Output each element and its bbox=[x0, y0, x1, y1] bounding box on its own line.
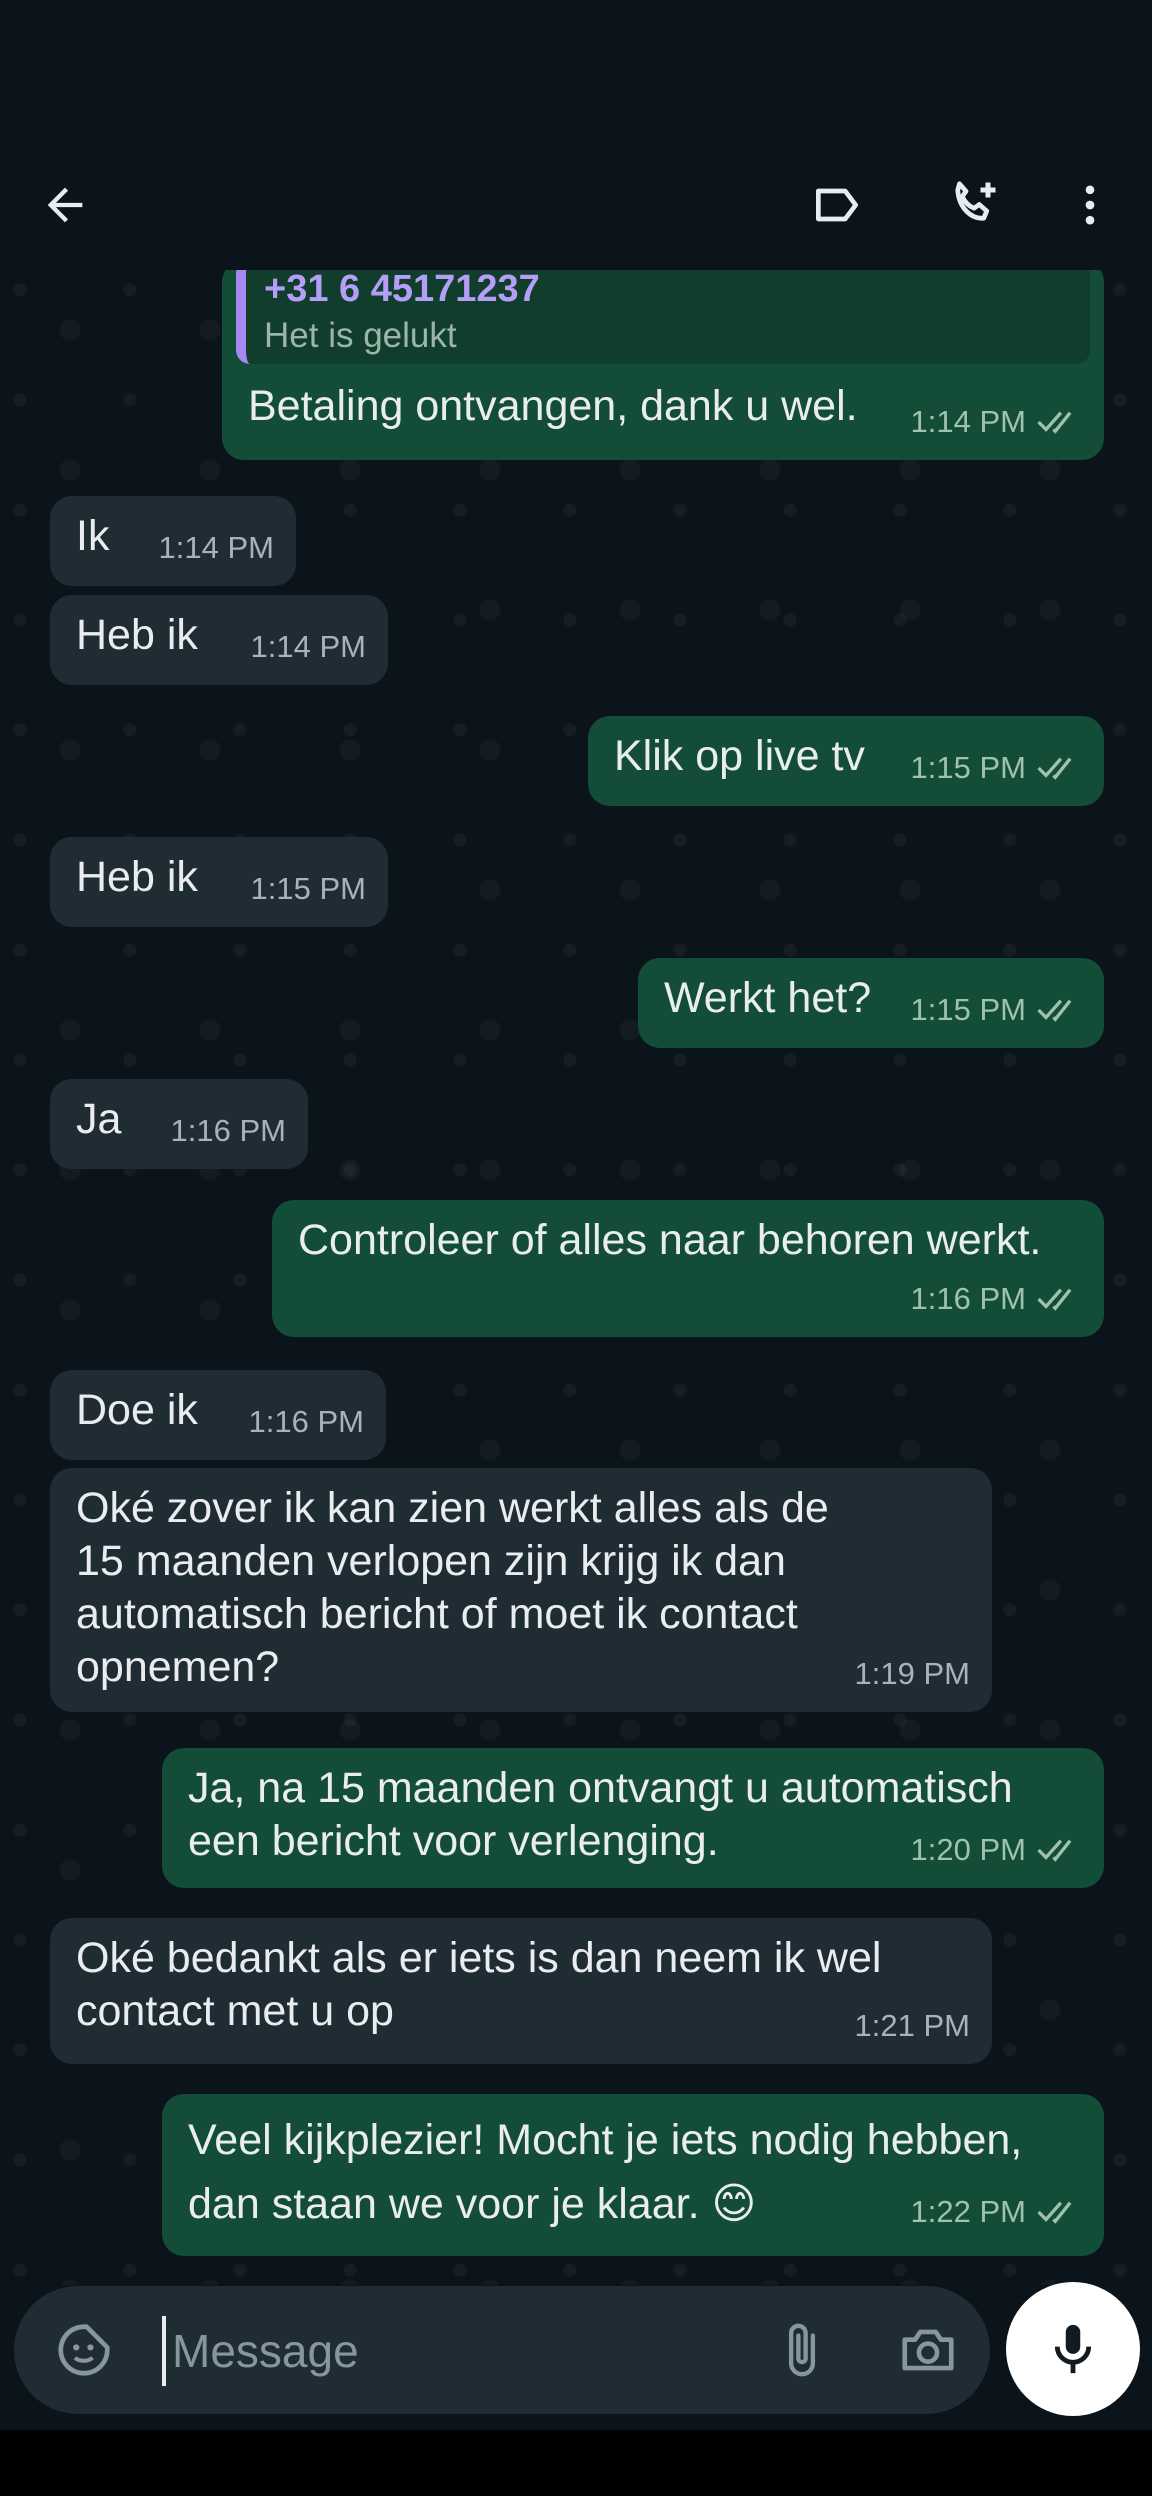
attach-icon bbox=[788, 2323, 816, 2377]
message-text: Controleer of alles naar behoren werkt. bbox=[298, 1216, 1042, 1264]
chat-area[interactable]: +31 6 45171237 Het is gelukt Betaling on… bbox=[0, 270, 1152, 2285]
sticker-button[interactable] bbox=[34, 2286, 134, 2414]
quoted-message[interactable]: +31 6 45171237 Het is gelukt bbox=[236, 270, 1090, 364]
message-incoming[interactable]: Ik 1:14 PM bbox=[50, 496, 296, 586]
message-incoming[interactable]: Heb ik 1:15 PM bbox=[50, 837, 388, 927]
label-button[interactable] bbox=[782, 140, 892, 270]
add-call-button[interactable] bbox=[918, 140, 1028, 270]
system-nav-bar bbox=[0, 2430, 1152, 2496]
message-time: 1:16 PM bbox=[170, 1113, 286, 1148]
message-time: 1:15 PM bbox=[910, 992, 1026, 1027]
message-time: 1:19 PM bbox=[854, 1656, 970, 1691]
mic-icon bbox=[1054, 2324, 1092, 2374]
message-time: 1:14 PM bbox=[250, 629, 366, 664]
message-text: Oké zover ik kan zien werkt alles als de… bbox=[76, 1484, 829, 1691]
message-time: 1:15 PM bbox=[250, 871, 366, 906]
more-options-button[interactable] bbox=[1040, 140, 1140, 270]
voice-message-button[interactable] bbox=[1006, 2282, 1140, 2416]
read-ticks-icon bbox=[1037, 2201, 1072, 2224]
message-outgoing[interactable]: Werkt het? 1:15 PM bbox=[638, 958, 1104, 1048]
read-ticks-icon bbox=[1037, 999, 1072, 1022]
camera-icon bbox=[902, 2329, 954, 2371]
label-icon bbox=[816, 188, 858, 222]
message-time: 1:21 PM bbox=[854, 2008, 970, 2043]
message-outgoing[interactable]: Veel kijkplezier! Mocht je iets nodig he… bbox=[162, 2094, 1104, 2256]
message-outgoing[interactable]: Controleer of alles naar behoren werkt. … bbox=[272, 1200, 1104, 1337]
message-outgoing[interactable]: Ja, na 15 maanden ontvangt u automatisch… bbox=[162, 1748, 1104, 1888]
message-incoming[interactable]: Heb ik 1:14 PM bbox=[50, 595, 388, 685]
message-input[interactable] bbox=[162, 2316, 734, 2386]
message-text: Oké bedankt als er iets is dan neem ik w… bbox=[76, 1934, 882, 2035]
status-bar bbox=[0, 0, 1152, 140]
read-ticks-icon bbox=[1037, 411, 1072, 434]
read-ticks-icon bbox=[1037, 1839, 1072, 1862]
attach-button[interactable] bbox=[752, 2286, 852, 2414]
message-time: 1:14 PM bbox=[910, 404, 1026, 439]
back-arrow-icon bbox=[47, 187, 83, 223]
message-incoming[interactable]: Oké zover ik kan zien werkt alles als de… bbox=[50, 1468, 992, 1712]
back-button[interactable] bbox=[10, 140, 120, 270]
camera-button[interactable] bbox=[878, 2286, 978, 2414]
message-time: 1:14 PM bbox=[158, 530, 274, 565]
message-time: 1:16 PM bbox=[910, 1281, 1026, 1316]
read-ticks-icon bbox=[1037, 1288, 1072, 1311]
read-ticks-icon bbox=[1037, 757, 1072, 780]
message-incoming[interactable]: Oké bedankt als er iets is dan neem ik w… bbox=[50, 1918, 992, 2064]
app-bar bbox=[0, 140, 1152, 382]
message-time: 1:22 PM bbox=[910, 2194, 1026, 2229]
quoted-text: Het is gelukt bbox=[264, 316, 457, 355]
message-outgoing[interactable]: Klik op live tv 1:15 PM bbox=[588, 716, 1104, 806]
message-time: 1:16 PM bbox=[248, 1404, 364, 1439]
message-time: 1:20 PM bbox=[910, 1832, 1026, 1867]
message-incoming[interactable]: Ja 1:16 PM bbox=[50, 1079, 308, 1169]
message-outgoing[interactable]: +31 6 45171237 Het is gelukt Betaling on… bbox=[222, 270, 1104, 460]
message-incoming[interactable]: Doe ik 1:16 PM bbox=[50, 1370, 386, 1460]
message-time: 1:15 PM bbox=[910, 750, 1026, 785]
add-call-icon bbox=[955, 181, 996, 221]
quoted-sender: +31 6 45171237 bbox=[264, 270, 540, 310]
sticker-icon bbox=[58, 2324, 110, 2376]
more-vert-icon bbox=[1085, 185, 1095, 225]
message-composer bbox=[14, 2286, 990, 2414]
